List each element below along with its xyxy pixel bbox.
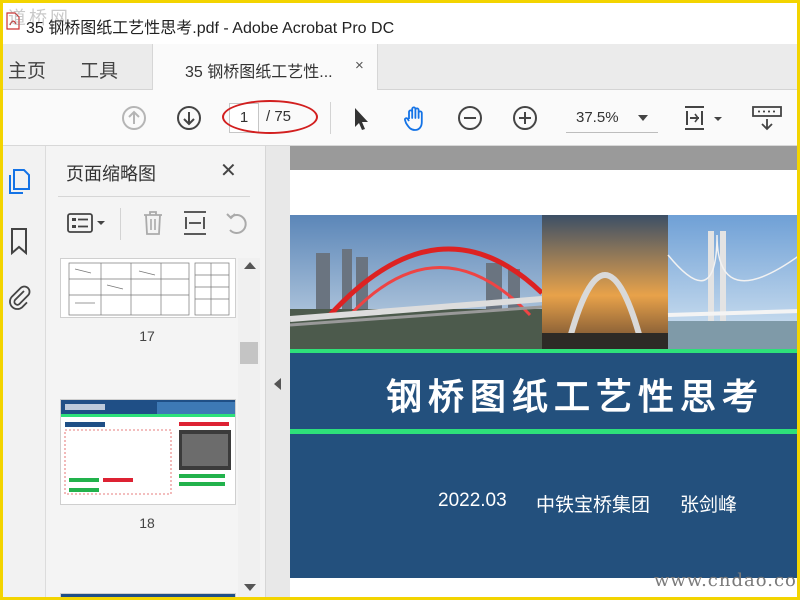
page-thumbnails-button[interactable] [6, 166, 32, 196]
panel-toolbar-divider [120, 208, 121, 240]
keyboard-icon [752, 106, 782, 131]
document-viewer[interactable]: 钢桥图纸工艺性思考 2022.03 中铁宝桥集团 张剑峰 [290, 146, 800, 600]
thumbnail-label-18: 18 [139, 515, 155, 531]
previous-page-button[interactable] [119, 103, 149, 133]
thumbnail-options-button[interactable] [66, 208, 110, 238]
rotate-page-button[interactable] [222, 208, 252, 238]
hand-icon [404, 106, 423, 131]
window-title: 35 钢桥图纸工艺性思考.pdf - Adobe Acrobat Pro DC [26, 20, 395, 37]
close-tab-button[interactable]: × [355, 57, 364, 74]
list-options-icon [67, 213, 105, 233]
zoom-dropdown[interactable]: 37.5% [566, 103, 658, 133]
arrow-up-circle-icon [122, 106, 146, 130]
page-layout-button[interactable] [180, 208, 210, 238]
tab-document[interactable]: 35 钢桥图纸工艺性... × [152, 44, 378, 90]
select-tool-button[interactable] [346, 103, 376, 133]
document-tab-label: 35 钢桥图纸工艺性... [185, 64, 333, 81]
plus-circle-icon [513, 106, 537, 130]
pages-icon [9, 169, 30, 194]
page-number-input[interactable]: 1 [229, 103, 259, 133]
thumbnail-18-preview [61, 400, 235, 495]
chevron-down-icon [638, 115, 648, 121]
next-page-button[interactable] [174, 103, 204, 133]
zoom-out-button[interactable] [455, 103, 485, 133]
page-display-button[interactable] [682, 103, 726, 133]
bookmarks-button[interactable] [6, 226, 32, 256]
rotate-icon [226, 213, 247, 234]
site-url-watermark: www.cndao.com [654, 570, 800, 591]
panel-divider [58, 196, 250, 197]
navigation-rail [0, 146, 46, 600]
tab-home[interactable]: 主页 [8, 56, 46, 83]
attachments-button[interactable] [6, 282, 32, 312]
paperclip-icon [9, 285, 31, 310]
pdf-page: 钢桥图纸工艺性思考 2022.03 中铁宝桥集团 张剑峰 [290, 170, 800, 600]
fit-page-icon [685, 106, 722, 130]
scroll-down-arrow-icon[interactable] [244, 584, 256, 591]
hand-tool-button[interactable] [400, 103, 430, 133]
toolbar: 1 / 75 37.5% [0, 90, 800, 146]
page-total: / 75 [266, 108, 292, 125]
minus-circle-icon [458, 106, 482, 130]
collapse-left-arrow-icon[interactable] [274, 378, 281, 390]
panel-title: 页面缩略图 [66, 164, 156, 184]
thumbnail-page-17[interactable] [60, 258, 236, 318]
title-bar: 道桥网 35 钢桥图纸工艺性思考.pdf - Adobe Acrobat Pro… [0, 0, 800, 44]
tab-bar: 主页 工具 35 钢桥图纸工艺性... × [0, 44, 800, 90]
thumbnail-page-18[interactable] [60, 399, 236, 505]
panel-collapse-strip[interactable] [266, 146, 290, 600]
thumbnail-17-preview [68, 262, 230, 316]
toolbar-divider [330, 102, 331, 134]
delete-page-button[interactable] [138, 208, 168, 238]
document-date: 2022.03 [438, 490, 507, 511]
zoom-value: 37.5% [576, 109, 619, 126]
document-title: 钢桥图纸工艺性思考 [386, 376, 765, 417]
rail-active-indicator [0, 146, 3, 210]
document-company: 中铁宝桥集团 [536, 495, 651, 516]
close-panel-button[interactable]: ✕ [220, 158, 237, 183]
thumbnail-label-17: 17 [139, 328, 155, 344]
zoom-in-button[interactable] [510, 103, 540, 133]
document-author: 张剑峰 [680, 495, 738, 516]
cursor-arrow-icon [355, 108, 368, 130]
arrow-down-circle-icon [177, 106, 201, 130]
insert-page-icon [184, 211, 206, 235]
tab-tools[interactable]: 工具 [80, 56, 118, 83]
bookmark-icon [11, 228, 27, 256]
keyboard-tools-button[interactable] [750, 103, 784, 133]
scroll-up-arrow-icon[interactable] [244, 262, 256, 269]
bridge-photo-banner [290, 215, 800, 349]
thumbnail-scrollbar[interactable] [238, 258, 260, 600]
thumbnail-page-19[interactable] [60, 593, 236, 600]
thumbnail-panel: 页面缩略图 ✕ [46, 146, 266, 600]
trash-icon [144, 211, 162, 235]
scrollbar-thumb[interactable] [240, 342, 258, 364]
